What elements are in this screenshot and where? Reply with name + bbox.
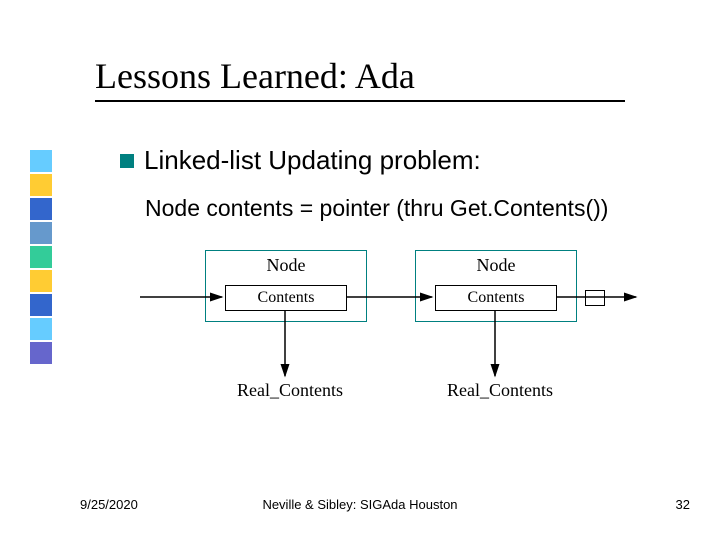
- node-label-1: Node: [206, 251, 366, 276]
- small-box: [585, 290, 605, 306]
- contents-box-2: Contents: [435, 285, 557, 311]
- node-label-2: Node: [416, 251, 576, 276]
- footer-center: Neville & Sibley: SIGAda Houston: [0, 497, 720, 512]
- linked-list-diagram: Node Contents Node Contents Real_Content…: [0, 0, 720, 540]
- footer-page-number: 32: [676, 497, 690, 512]
- real-contents-label-1: Real_Contents: [210, 380, 370, 401]
- contents-box-1: Contents: [225, 285, 347, 311]
- real-contents-label-2: Real_Contents: [420, 380, 580, 401]
